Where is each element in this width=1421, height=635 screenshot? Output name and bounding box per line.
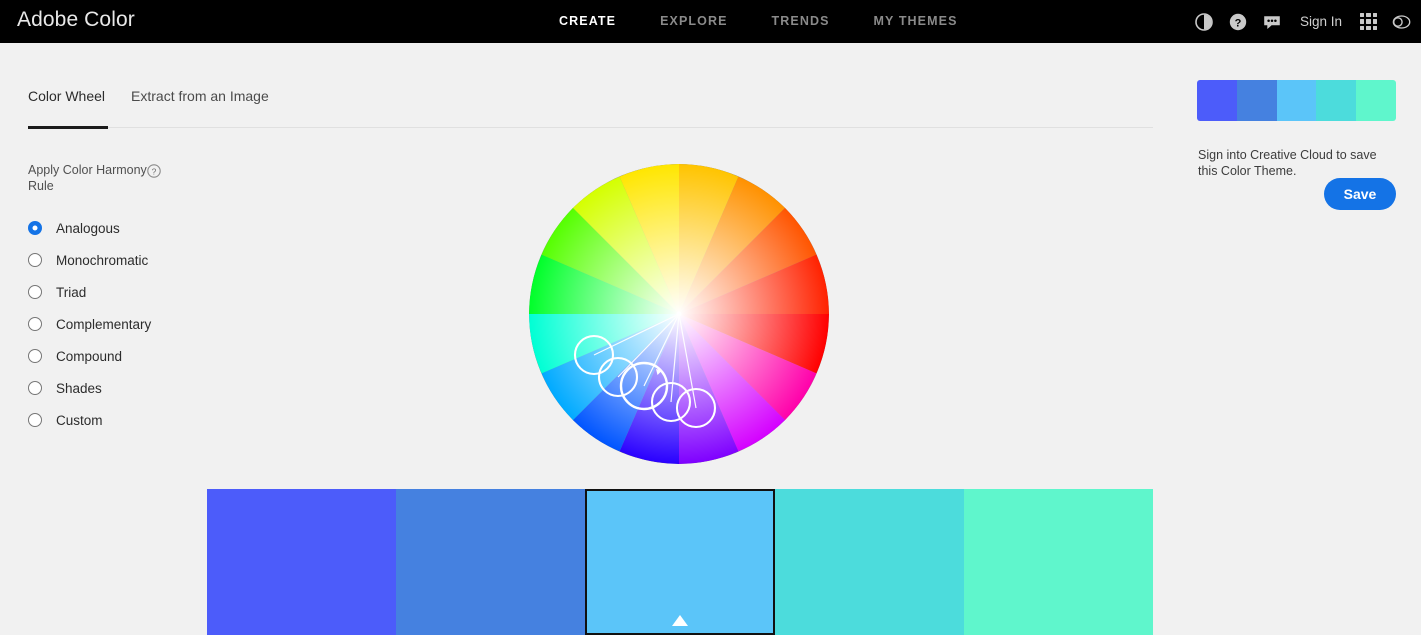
harmony-rule-label-shades: Shades xyxy=(56,380,102,396)
preview-swatch-1 xyxy=(1197,80,1237,121)
radio-shades-indicator xyxy=(28,381,42,395)
harmony-rule-compound[interactable]: Compound xyxy=(28,340,151,372)
harmony-rule-label-monochromatic: Monochromatic xyxy=(56,252,149,268)
harmony-rule-label-triad: Triad xyxy=(56,284,87,300)
harmony-rule-label-custom: Custom xyxy=(56,412,103,428)
preview-swatch-5 xyxy=(1356,80,1396,121)
sign-in-button[interactable]: Sign In xyxy=(1296,14,1346,29)
apps-grid-icon[interactable] xyxy=(1360,13,1377,30)
feedback-icon[interactable] xyxy=(1262,12,1282,32)
harmony-rule-label-complementary: Complementary xyxy=(56,316,152,332)
radio-analogous-indicator xyxy=(28,221,42,235)
radio-monochromatic-indicator xyxy=(28,253,42,267)
harmony-rule-complementary[interactable]: Complementary xyxy=(28,308,151,340)
harmony-rule-shades[interactable]: Shades xyxy=(28,372,151,404)
wheel-center-point xyxy=(676,311,682,317)
nav-item-create[interactable]: CREATE xyxy=(537,0,638,43)
theme-swatch-2[interactable] xyxy=(396,489,586,635)
contrast-icon[interactable] xyxy=(1194,12,1214,32)
radio-compound-indicator xyxy=(28,349,42,363)
save-note-container: Sign into Creative Cloud to save this Co… xyxy=(1198,147,1384,176)
radio-complementary-indicator xyxy=(28,317,42,331)
tab-divider xyxy=(28,127,1153,128)
harmony-rule-label-analogous: Analogous xyxy=(56,220,120,236)
help-icon[interactable]: ? xyxy=(1228,12,1248,32)
theme-preview-strip xyxy=(1197,80,1396,121)
app-logo-title[interactable]: Adobe Color xyxy=(17,8,135,32)
save-button[interactable]: Save xyxy=(1324,178,1396,210)
theme-swatch-3-selected[interactable] xyxy=(585,489,775,635)
harmony-rule-label-compound: Compound xyxy=(56,348,123,364)
theme-swatch-4[interactable] xyxy=(774,489,964,635)
harmony-rule-list: Analogous Monochromatic Triad Complement… xyxy=(28,212,151,436)
creative-cloud-icon[interactable] xyxy=(1391,12,1411,32)
header-actions: ? Sign In xyxy=(1194,0,1411,43)
main-navigation: CREATE EXPLORE TRENDS MY THEMES xyxy=(537,0,980,43)
preview-swatch-2 xyxy=(1236,80,1277,121)
harmony-rule-triad[interactable]: Triad xyxy=(28,276,151,308)
save-note-text: Sign into Creative Cloud to save this Co… xyxy=(1198,148,1377,176)
preview-swatch-4 xyxy=(1316,80,1357,121)
nav-item-trends[interactable]: TRENDS xyxy=(750,0,852,43)
harmony-rule-analogous[interactable]: Analogous xyxy=(28,212,151,244)
mode-tabs: Color Wheel Extract from an Image xyxy=(28,88,279,118)
preview-swatch-3 xyxy=(1276,80,1317,121)
svg-text:?: ? xyxy=(152,166,157,176)
radio-triad-indicator xyxy=(28,285,42,299)
tab-extract-from-image[interactable]: Extract from an Image xyxy=(115,88,279,118)
harmony-rule-monochromatic[interactable]: Monochromatic xyxy=(28,244,151,276)
theme-swatch-1[interactable] xyxy=(207,489,397,635)
color-wheel[interactable] xyxy=(528,163,830,465)
svg-text:?: ? xyxy=(1235,17,1242,29)
selected-swatch-caret-icon xyxy=(672,615,688,626)
harmony-rule-custom[interactable]: Custom xyxy=(28,404,151,436)
nav-item-explore[interactable]: EXPLORE xyxy=(638,0,749,43)
radio-custom-indicator xyxy=(28,413,42,427)
tab-color-wheel[interactable]: Color Wheel xyxy=(28,88,115,118)
harmony-help-icon[interactable]: ? xyxy=(147,164,161,178)
top-header: Adobe Color CREATE EXPLORE TRENDS MY THE… xyxy=(0,0,1421,43)
active-tab-indicator xyxy=(28,126,108,129)
theme-swatch-5[interactable] xyxy=(963,489,1154,635)
color-theme-swatch-bar xyxy=(207,489,1154,635)
nav-item-my-themes[interactable]: MY THEMES xyxy=(852,0,980,43)
